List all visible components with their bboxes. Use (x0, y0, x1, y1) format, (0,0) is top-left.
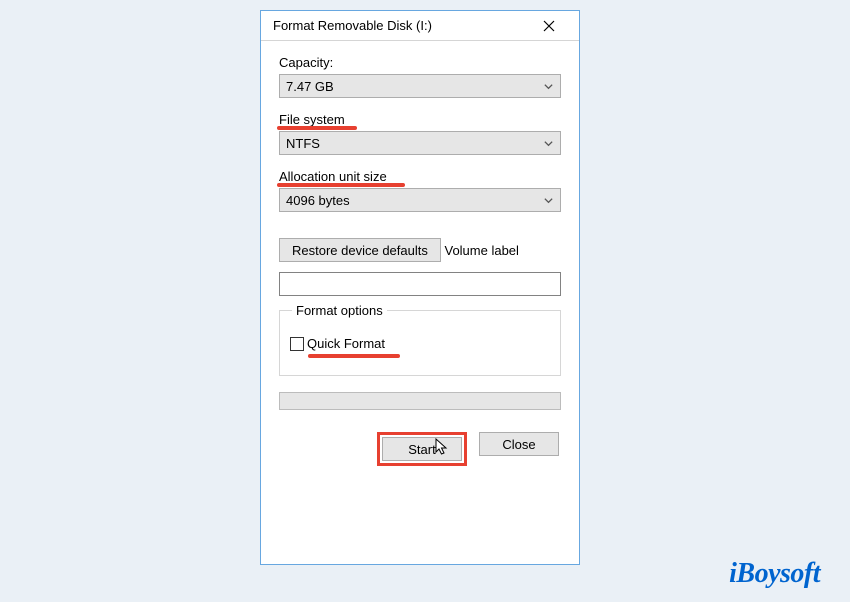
annotation-underline (308, 354, 400, 358)
dialog-title: Format Removable Disk (I:) (273, 18, 527, 33)
allocation-label: Allocation unit size (279, 169, 387, 184)
close-button[interactable]: Close (479, 432, 559, 456)
start-button[interactable]: Start (382, 437, 462, 461)
volume-label-label: Volume label (444, 243, 518, 258)
restore-defaults-button[interactable]: Restore device defaults (279, 238, 441, 262)
filesystem-value: NTFS (286, 136, 543, 151)
quick-format-label: Quick Format (307, 336, 385, 351)
format-dialog: Format Removable Disk (I:) Capacity: 7.4… (260, 10, 580, 565)
filesystem-label: File system (279, 112, 345, 127)
allocation-select[interactable]: 4096 bytes (279, 188, 561, 212)
close-icon[interactable] (527, 12, 571, 40)
titlebar: Format Removable Disk (I:) (261, 11, 579, 41)
format-options-fieldset: Format options Quick Format (279, 310, 561, 376)
dialog-body: Capacity: 7.47 GB File system NTFS Alloc… (261, 41, 579, 478)
capacity-select[interactable]: 7.47 GB (279, 74, 561, 98)
chevron-down-icon (543, 138, 554, 149)
allocation-value: 4096 bytes (286, 193, 543, 208)
quick-format-checkbox[interactable] (290, 337, 304, 351)
dialog-footer: Start Close (279, 432, 561, 466)
chevron-down-icon (543, 81, 554, 92)
format-options-legend: Format options (292, 303, 387, 318)
annotation-highlight: Start (377, 432, 467, 466)
watermark-logo: iBoysoft (729, 558, 820, 590)
quick-format-row: Quick Format (290, 336, 550, 351)
filesystem-select[interactable]: NTFS (279, 131, 561, 155)
capacity-label: Capacity: (279, 55, 333, 70)
capacity-value: 7.47 GB (286, 79, 543, 94)
volume-label-input[interactable] (279, 272, 561, 296)
progress-bar (279, 392, 561, 410)
chevron-down-icon (543, 195, 554, 206)
